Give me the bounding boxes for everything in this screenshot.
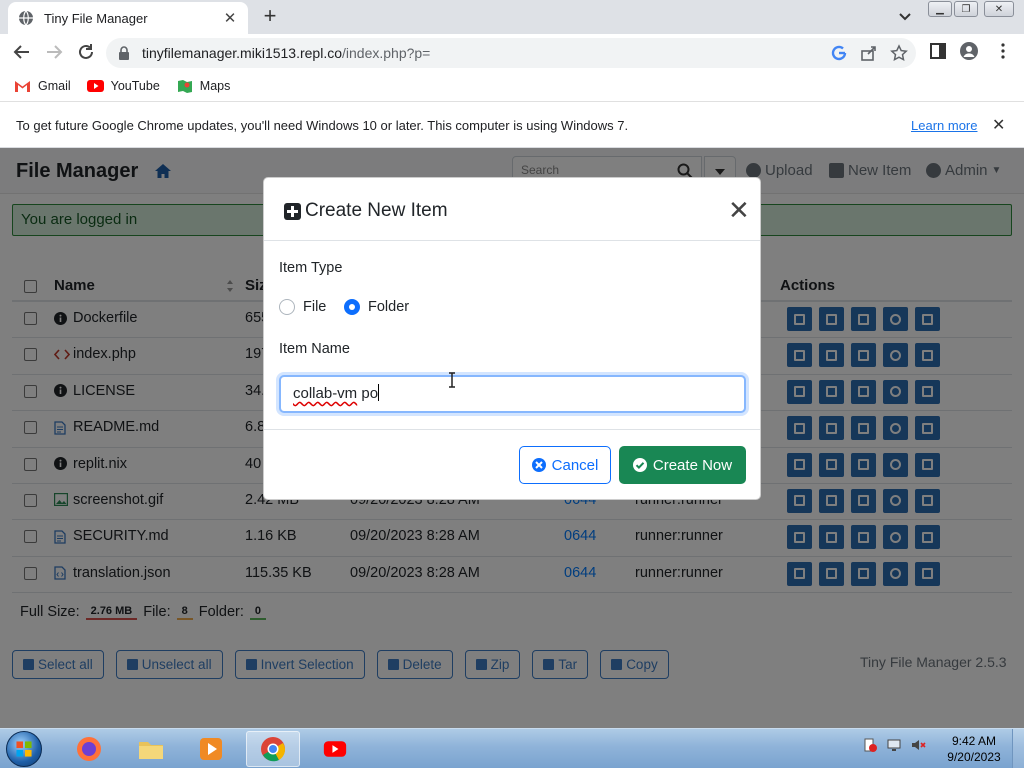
chevron-down-icon[interactable] [896,8,914,26]
bookmark-label: Gmail [38,78,71,93]
media-player-icon [200,738,222,760]
youtube-taskbar-button[interactable] [308,731,362,767]
clock-date: 9/20/2023 [947,750,1001,764]
address-bar[interactable]: tinyfilemanager.miki1513.repl.co/index.p… [106,38,916,68]
item-type-label: Item Type [279,260,343,276]
modal-title: Create New Item [284,200,448,222]
system-tray [862,737,926,753]
clock[interactable]: 9:42 AM 9/20/2023 [946,733,1002,765]
bookmark-gmail[interactable]: Gmail [14,79,71,93]
modal-title-text: Create New Item [305,200,448,221]
check-circle-icon [632,458,647,472]
explorer-taskbar-button[interactable] [124,731,178,767]
cancel-label: Cancel [551,456,599,474]
radio-label: File [303,299,327,315]
bookmark-label: Maps [199,78,231,93]
input-text: collab-vm [293,385,358,402]
forward-icon[interactable] [44,42,64,62]
input-text-tail: po [357,385,379,402]
gmail-icon [15,80,30,92]
google-icon[interactable] [830,44,848,62]
network-icon[interactable] [886,737,902,753]
volume-icon[interactable] [910,737,926,753]
close-infobar-icon[interactable]: ✕ [992,115,1005,135]
new-tab-icon[interactable]: + [258,4,282,28]
bookmark-label: YouTube [110,78,160,93]
close-window-icon[interactable]: ✕ [984,1,1014,17]
taskbar: 9:42 AM 9/20/2023 [0,728,1024,768]
modal-header: Create New Item ✕ [264,178,760,241]
folder-icon [139,742,163,759]
tab-title: Tiny File Manager [44,10,148,26]
bookmark-maps[interactable]: Maps [176,78,231,93]
create-item-modal: Create New Item ✕ Item Type File Folder … [263,177,761,500]
close-modal-icon[interactable]: ✕ [728,197,750,223]
browser-tab[interactable]: Tiny File Manager ✕ [8,2,248,34]
item-name-label: Item Name [279,341,350,357]
learn-more-link[interactable]: Learn more [911,118,977,133]
url-path: /index.php?p= [342,45,431,61]
star-icon[interactable] [890,44,908,62]
x-circle-icon [531,458,546,472]
chrome-taskbar-button[interactable] [246,731,300,767]
infobar-message: To get future Google Chrome updates, you… [16,117,629,133]
plus-square-icon [284,202,301,220]
create-label: Create Now [652,456,733,474]
globe-icon [19,10,33,26]
profile-icon[interactable] [960,42,978,60]
show-desktop-button[interactable] [1012,729,1024,768]
cancel-button[interactable]: Cancel [519,446,611,484]
url-host: tinyfilemanager.miki1513.repl.co [142,45,342,61]
minimize-icon[interactable]: ▁ [928,1,952,17]
update-infobar: To get future Google Chrome updates, you… [0,103,1024,148]
close-tab-icon[interactable]: ✕ [222,9,238,27]
text-caret [378,384,380,401]
lock-icon[interactable] [118,46,130,60]
reload-icon[interactable] [76,42,96,62]
firefox-icon [77,737,101,761]
back-icon[interactable] [12,42,32,62]
chrome-icon [261,737,285,762]
menu-dots-icon[interactable] [994,42,1012,60]
radio-button[interactable] [279,299,295,315]
create-now-button[interactable]: Create Now [619,446,746,484]
start-button[interactable] [6,731,42,767]
side-panel-icon[interactable] [929,42,947,60]
browser-toolbar: tinyfilemanager.miki1513.repl.co/index.p… [0,34,1024,70]
modal-footer-divider [264,429,760,430]
share-icon[interactable] [860,44,878,62]
bookmark-youtube[interactable]: YouTube [86,78,160,93]
folder-radio[interactable]: Folder [344,299,409,315]
item-name-input[interactable]: collab-vm po [279,375,746,413]
file-radio[interactable]: File [279,299,326,315]
media-player-taskbar-button[interactable] [184,731,238,767]
youtube-icon [86,79,104,92]
radio-label: Folder [368,299,410,315]
youtube-icon [323,741,347,757]
radio-button[interactable] [344,299,360,315]
text-cursor-icon [449,372,455,388]
action-center-icon[interactable] [862,737,878,753]
bookmarks-bar: Gmail YouTube Maps [0,70,1024,102]
clock-time: 9:42 AM [951,734,997,748]
restore-icon[interactable]: ❐ [954,1,978,17]
maps-icon [177,79,192,93]
windows-logo-icon [16,741,32,757]
tab-strip: Tiny File Manager ✕ + ▁ ❐ ✕ [0,0,1024,34]
firefox-taskbar-button[interactable] [62,731,116,767]
